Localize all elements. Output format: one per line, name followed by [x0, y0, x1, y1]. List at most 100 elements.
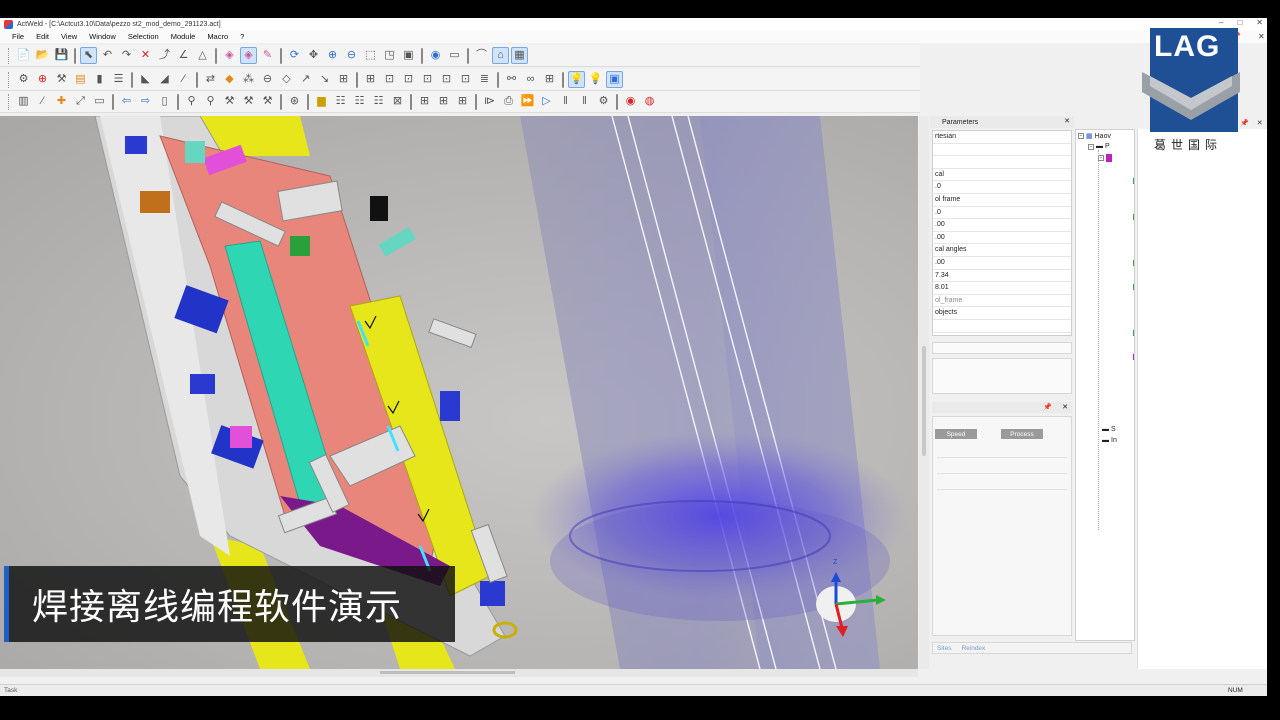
copy-icon[interactable]: ⊡: [438, 71, 455, 88]
crosshair-icon[interactable]: ⊛: [286, 93, 303, 110]
config-icon[interactable]: ⚙: [595, 93, 612, 110]
move-icon[interactable]: ⤢: [72, 93, 89, 110]
sites-link[interactable]: Sites: [937, 645, 951, 652]
pencil-icon[interactable]: ✎: [259, 47, 276, 64]
list-icon[interactable]: ☰: [110, 71, 127, 88]
weld-gun-icon[interactable]: ⚒: [53, 71, 70, 88]
pan-icon[interactable]: ✥: [305, 47, 322, 64]
parameter-row[interactable]: rtesian: [933, 131, 1071, 144]
folder-new-icon[interactable]: 📄: [15, 47, 32, 64]
eraser-active-icon[interactable]: ◈: [240, 47, 257, 64]
grid3-icon[interactable]: ⊞: [416, 93, 433, 110]
grid5-icon[interactable]: ⊞: [454, 93, 471, 110]
tree-child[interactable]: − ▬ P: [1088, 143, 1110, 150]
viewport-vertical-scrollbar[interactable]: [919, 116, 929, 669]
close-window-button[interactable]: ✕: [1256, 18, 1263, 27]
process-button[interactable]: Process: [1001, 429, 1043, 439]
zoom-out-icon[interactable]: ⊖: [343, 47, 360, 64]
save2-icon[interactable]: ▆: [313, 93, 330, 110]
tool2-icon[interactable]: ⚒: [221, 93, 238, 110]
viewport-horizontal-scrollbar[interactable]: [0, 669, 918, 677]
layers-icon[interactable]: ▥: [15, 93, 32, 110]
robot-icon[interactable]: ⚙: [15, 71, 32, 88]
zoom-in-icon[interactable]: ⊕: [324, 47, 341, 64]
arrow-right-icon[interactable]: ⇨: [137, 93, 154, 110]
expand-icon[interactable]: −: [1088, 143, 1094, 150]
parameter-row[interactable]: cal angles: [933, 244, 1071, 257]
redo-icon[interactable]: ↷: [118, 47, 135, 64]
network-icon[interactable]: ⊞: [541, 71, 558, 88]
forward-icon[interactable]: ⏩: [519, 93, 536, 110]
parameter-row[interactable]: .0: [933, 181, 1071, 194]
arrow-icon[interactable]: ↗: [297, 71, 314, 88]
tree-item-s[interactable]: ▬ S: [1102, 426, 1116, 433]
close-icon[interactable]: ✕: [1257, 119, 1263, 127]
parameter-row[interactable]: 8.01: [933, 282, 1071, 295]
record-icon[interactable]: ◉: [622, 93, 639, 110]
grid4-icon[interactable]: ⊞: [435, 93, 452, 110]
part-icon[interactable]: ▮: [91, 71, 108, 88]
bulb-note-icon[interactable]: 💡: [587, 71, 604, 88]
parameter-row[interactable]: [933, 144, 1071, 157]
bulb-screen-icon[interactable]: ▣: [606, 71, 623, 88]
seam-icon[interactable]: ⁂: [240, 71, 257, 88]
arrow-left-icon[interactable]: ⇦: [118, 93, 135, 110]
copy-icon[interactable]: ⊡: [400, 71, 417, 88]
play-icon[interactable]: ▷: [538, 93, 555, 110]
network-icon[interactable]: ⚯: [503, 71, 520, 88]
arrow-icon[interactable]: ↘: [316, 71, 333, 88]
menu-macro[interactable]: Macro: [207, 32, 228, 41]
robot2-icon[interactable]: ⚲: [183, 93, 200, 110]
parameter-row[interactable]: cal: [933, 169, 1071, 182]
play-step-icon[interactable]: ⧐: [481, 93, 498, 110]
menu-module[interactable]: Module: [171, 32, 196, 41]
pin-icon[interactable]: 📌: [1240, 119, 1249, 127]
list3-icon[interactable]: ☷: [351, 93, 368, 110]
tree-item-in[interactable]: ▬ In: [1102, 437, 1117, 444]
save-icon[interactable]: 💾: [53, 47, 70, 64]
tool-icon[interactable]: ▤: [72, 71, 89, 88]
select-arrow-icon[interactable]: ⬉: [80, 47, 97, 64]
doc-icon[interactable]: ▯: [156, 93, 173, 110]
zoom-window-icon[interactable]: ⬚: [362, 47, 379, 64]
home-view-icon[interactable]: ⌂: [492, 47, 509, 64]
eraser-pink-icon[interactable]: ◈: [221, 47, 238, 64]
menu-selection[interactable]: Selection: [128, 32, 159, 41]
tree-root[interactable]: − ▦ Haov: [1078, 132, 1111, 140]
parameter-row[interactable]: 7.34: [933, 270, 1071, 283]
camera-icon[interactable]: ▭: [446, 47, 463, 64]
cut-icon[interactable]: ◢: [156, 71, 173, 88]
list2-icon[interactable]: ☷: [332, 93, 349, 110]
joint-icon[interactable]: ⊖: [259, 71, 276, 88]
sync-icon[interactable]: ⇄: [202, 71, 219, 88]
list4-icon[interactable]: ☷: [370, 93, 387, 110]
pause-icon[interactable]: ‖: [557, 93, 574, 110]
path-icon[interactable]: ◆: [221, 71, 238, 88]
parameter-row[interactable]: [933, 156, 1071, 169]
bulb-icon[interactable]: 💡: [568, 71, 585, 88]
parameters-field[interactable]: [932, 342, 1072, 354]
eye-icon[interactable]: ◉: [427, 47, 444, 64]
edit2-icon[interactable]: ▭: [91, 93, 108, 110]
parameter-row[interactable]: ol frame: [933, 194, 1071, 207]
menu-help[interactable]: ?: [240, 32, 244, 41]
arc-icon[interactable]: ⌒: [473, 47, 490, 64]
menu-edit[interactable]: Edit: [36, 32, 49, 41]
view-cube-icon[interactable]: ◳: [381, 47, 398, 64]
pause2-icon[interactable]: ‖: [576, 93, 593, 110]
parameter-row[interactable]: [933, 333, 1071, 336]
grid-icon[interactable]: ⊞: [335, 71, 352, 88]
grid-icon[interactable]: ⊞: [362, 71, 379, 88]
parameter-row[interactable]: objects: [933, 307, 1071, 320]
tree-grandchild[interactable]: −: [1098, 154, 1112, 162]
parameter-row[interactable]: ol_frame: [933, 295, 1071, 308]
delete-icon[interactable]: ✕: [137, 47, 154, 64]
route-icon[interactable]: ⤴: [156, 47, 173, 64]
menu-window[interactable]: Window: [89, 32, 116, 41]
right-panel-close-button[interactable]: ✕: [1258, 32, 1265, 41]
parameter-row[interactable]: .0: [933, 207, 1071, 220]
rotate-icon[interactable]: ⟳: [286, 47, 303, 64]
stop-record-icon[interactable]: ◍: [641, 93, 658, 110]
tool3-icon[interactable]: ⚒: [240, 93, 257, 110]
weld-icon[interactable]: ◇: [278, 71, 295, 88]
